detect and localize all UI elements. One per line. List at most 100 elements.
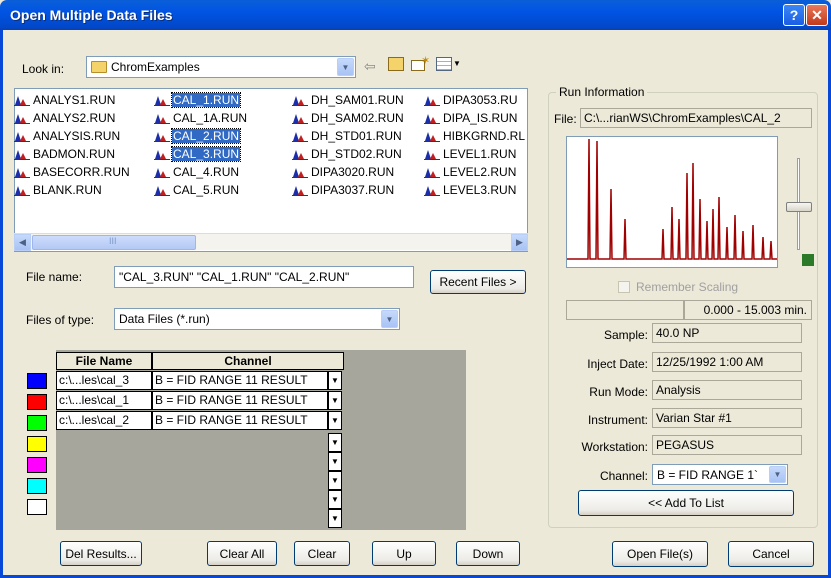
- zoom-slider-thumb[interactable]: [786, 202, 812, 212]
- grid-cell-file[interactable]: c:\...les\cal_2: [56, 411, 152, 430]
- file-item[interactable]: DIPA3037.RUN: [292, 182, 395, 198]
- run-file-icon: [154, 184, 170, 196]
- horizontal-scrollbar[interactable]: ◀ III ▶: [14, 233, 528, 251]
- run-file-icon: [424, 94, 440, 106]
- file-item-label: LEVEL3.RUN: [443, 183, 517, 197]
- scroll-thumb[interactable]: III: [32, 235, 196, 250]
- color-swatch[interactable]: [27, 436, 47, 452]
- chevron-down-icon[interactable]: ▼: [337, 58, 354, 76]
- file-item-label: CAL_1A.RUN: [173, 111, 248, 125]
- run-file-label: File:: [554, 112, 577, 126]
- chevron-down-icon[interactable]: ▼: [328, 411, 342, 430]
- file-item-label: CAL_3.RUN: [170, 146, 242, 162]
- chevron-down-icon[interactable]: ▼: [328, 452, 342, 471]
- remember-scaling-checkbox[interactable]: Remember Scaling: [618, 280, 738, 294]
- chromatogram-trace: [567, 138, 777, 260]
- time-range-field: 0.000 - 15.003 min.: [684, 300, 812, 320]
- file-item[interactable]: LEVEL3.RUN: [424, 182, 517, 198]
- grid-cell-channel[interactable]: B = FID RANGE 11 RESULT: [152, 411, 328, 430]
- file-item[interactable]: ANALYS2.RUN: [14, 110, 116, 126]
- file-item[interactable]: DH_SAM02.RUN: [292, 110, 405, 126]
- file-item[interactable]: DH_SAM01.RUN: [292, 92, 405, 108]
- down-button[interactable]: Down: [456, 541, 520, 566]
- chevron-down-icon[interactable]: ▼: [328, 433, 342, 452]
- grid-empty-area: [56, 433, 328, 530]
- chevron-down-icon[interactable]: ▼: [328, 490, 342, 509]
- file-item-label: ANALYS1.RUN: [33, 93, 116, 107]
- up-folder-icon[interactable]: [388, 57, 404, 71]
- files-of-type-combo[interactable]: Data Files (*.run) ▼: [114, 308, 400, 330]
- color-swatch[interactable]: [27, 499, 47, 515]
- file-item-label: DIPA3053.RU: [443, 93, 518, 107]
- file-item[interactable]: BADMON.RUN: [14, 146, 116, 162]
- run-file-icon: [14, 148, 30, 160]
- chevron-down-icon[interactable]: ▼: [769, 466, 786, 483]
- file-item[interactable]: LEVEL2.RUN: [424, 164, 517, 180]
- color-swatch[interactable]: [27, 457, 47, 473]
- file-item[interactable]: CAL_1.RUN: [154, 92, 242, 108]
- new-folder-icon[interactable]: ✶: [411, 55, 430, 72]
- file-item[interactable]: CAL_2.RUN: [154, 128, 242, 144]
- run-mode-label: Run Mode:: [589, 385, 648, 399]
- del-results-button[interactable]: Del Results...: [60, 541, 142, 566]
- chevron-down-icon[interactable]: ▼: [328, 471, 342, 490]
- file-item[interactable]: BASECORR.RUN: [14, 164, 131, 180]
- up-button[interactable]: Up: [372, 541, 436, 566]
- grid-cell-file[interactable]: c:\...les\cal_1: [56, 391, 152, 410]
- view-menu-icon[interactable]: [436, 57, 452, 71]
- help-button[interactable]: ?: [783, 4, 805, 26]
- file-item[interactable]: ANALYSIS.RUN: [14, 128, 121, 144]
- file-item-label: ANALYS2.RUN: [33, 111, 116, 125]
- run-mode-field: Analysis: [652, 380, 802, 400]
- look-in-combo[interactable]: ChromExamples ▼: [86, 56, 356, 78]
- file-item[interactable]: CAL_4.RUN: [154, 164, 240, 180]
- close-button[interactable]: ✕: [806, 4, 828, 26]
- recent-files-button[interactable]: Recent Files >: [430, 270, 526, 294]
- open-files-button[interactable]: Open File(s): [612, 541, 708, 567]
- scroll-right-icon[interactable]: ▶: [511, 234, 528, 251]
- color-swatch[interactable]: [27, 478, 47, 494]
- run-file-icon: [14, 94, 30, 106]
- zoom-slider[interactable]: [784, 136, 814, 268]
- file-item[interactable]: DH_STD01.RUN: [292, 128, 403, 144]
- file-item[interactable]: DIPA3020.RUN: [292, 164, 395, 180]
- color-swatch[interactable]: [27, 415, 47, 431]
- file-name-input[interactable]: "CAL_3.RUN" "CAL_1.RUN" "CAL_2.RUN": [114, 266, 414, 288]
- cancel-button[interactable]: Cancel: [728, 541, 814, 567]
- channel-value: B = FID RANGE 1`: [657, 467, 759, 482]
- file-item[interactable]: ANALYS1.RUN: [14, 92, 116, 108]
- file-item[interactable]: CAL_3.RUN: [154, 146, 242, 162]
- color-swatch[interactable]: [27, 394, 47, 410]
- file-item[interactable]: CAL_1A.RUN: [154, 110, 248, 126]
- file-item[interactable]: DIPA3053.RU: [424, 92, 518, 108]
- run-file-icon: [424, 184, 440, 196]
- channel-combo[interactable]: B = FID RANGE 1` ▼: [652, 464, 788, 485]
- chevron-down-icon[interactable]: ▼: [328, 391, 342, 410]
- file-item[interactable]: DH_STD02.RUN: [292, 146, 403, 162]
- color-swatch[interactable]: [27, 373, 47, 389]
- run-file-icon: [292, 166, 308, 178]
- file-item[interactable]: DIPA_IS.RUN: [424, 110, 518, 126]
- chromatogram-preview: [566, 136, 778, 268]
- back-arrow-icon[interactable]: ⇦: [364, 58, 376, 75]
- file-item[interactable]: HIBKGRND.RL: [424, 128, 526, 144]
- grid-cell-file[interactable]: c:\...les\cal_3: [56, 371, 152, 390]
- files-of-type-value: Data Files (*.run): [119, 312, 210, 326]
- grid-cell-channel[interactable]: B = FID RANGE 11 RESULT: [152, 371, 328, 390]
- sample-label: Sample:: [603, 328, 648, 342]
- clear-all-button[interactable]: Clear All: [207, 541, 277, 566]
- clear-button[interactable]: Clear: [294, 541, 350, 566]
- file-item[interactable]: LEVEL1.RUN: [424, 146, 517, 162]
- file-item[interactable]: CAL_5.RUN: [154, 182, 240, 198]
- run-information-title: Run Information: [556, 85, 648, 99]
- scroll-left-icon[interactable]: ◀: [14, 234, 31, 251]
- add-to-list-button[interactable]: << Add To List: [578, 490, 794, 516]
- grid-cell-channel[interactable]: B = FID RANGE 11 RESULT: [152, 391, 328, 410]
- run-file-icon: [292, 148, 308, 160]
- chevron-down-icon[interactable]: ▼: [328, 509, 342, 528]
- file-item[interactable]: BLANK.RUN: [14, 182, 103, 198]
- view-dropdown-icon[interactable]: ▼: [453, 59, 461, 68]
- chevron-down-icon[interactable]: ▼: [328, 371, 342, 390]
- file-item-label: CAL_2.RUN: [170, 128, 242, 144]
- chevron-down-icon[interactable]: ▼: [381, 310, 398, 328]
